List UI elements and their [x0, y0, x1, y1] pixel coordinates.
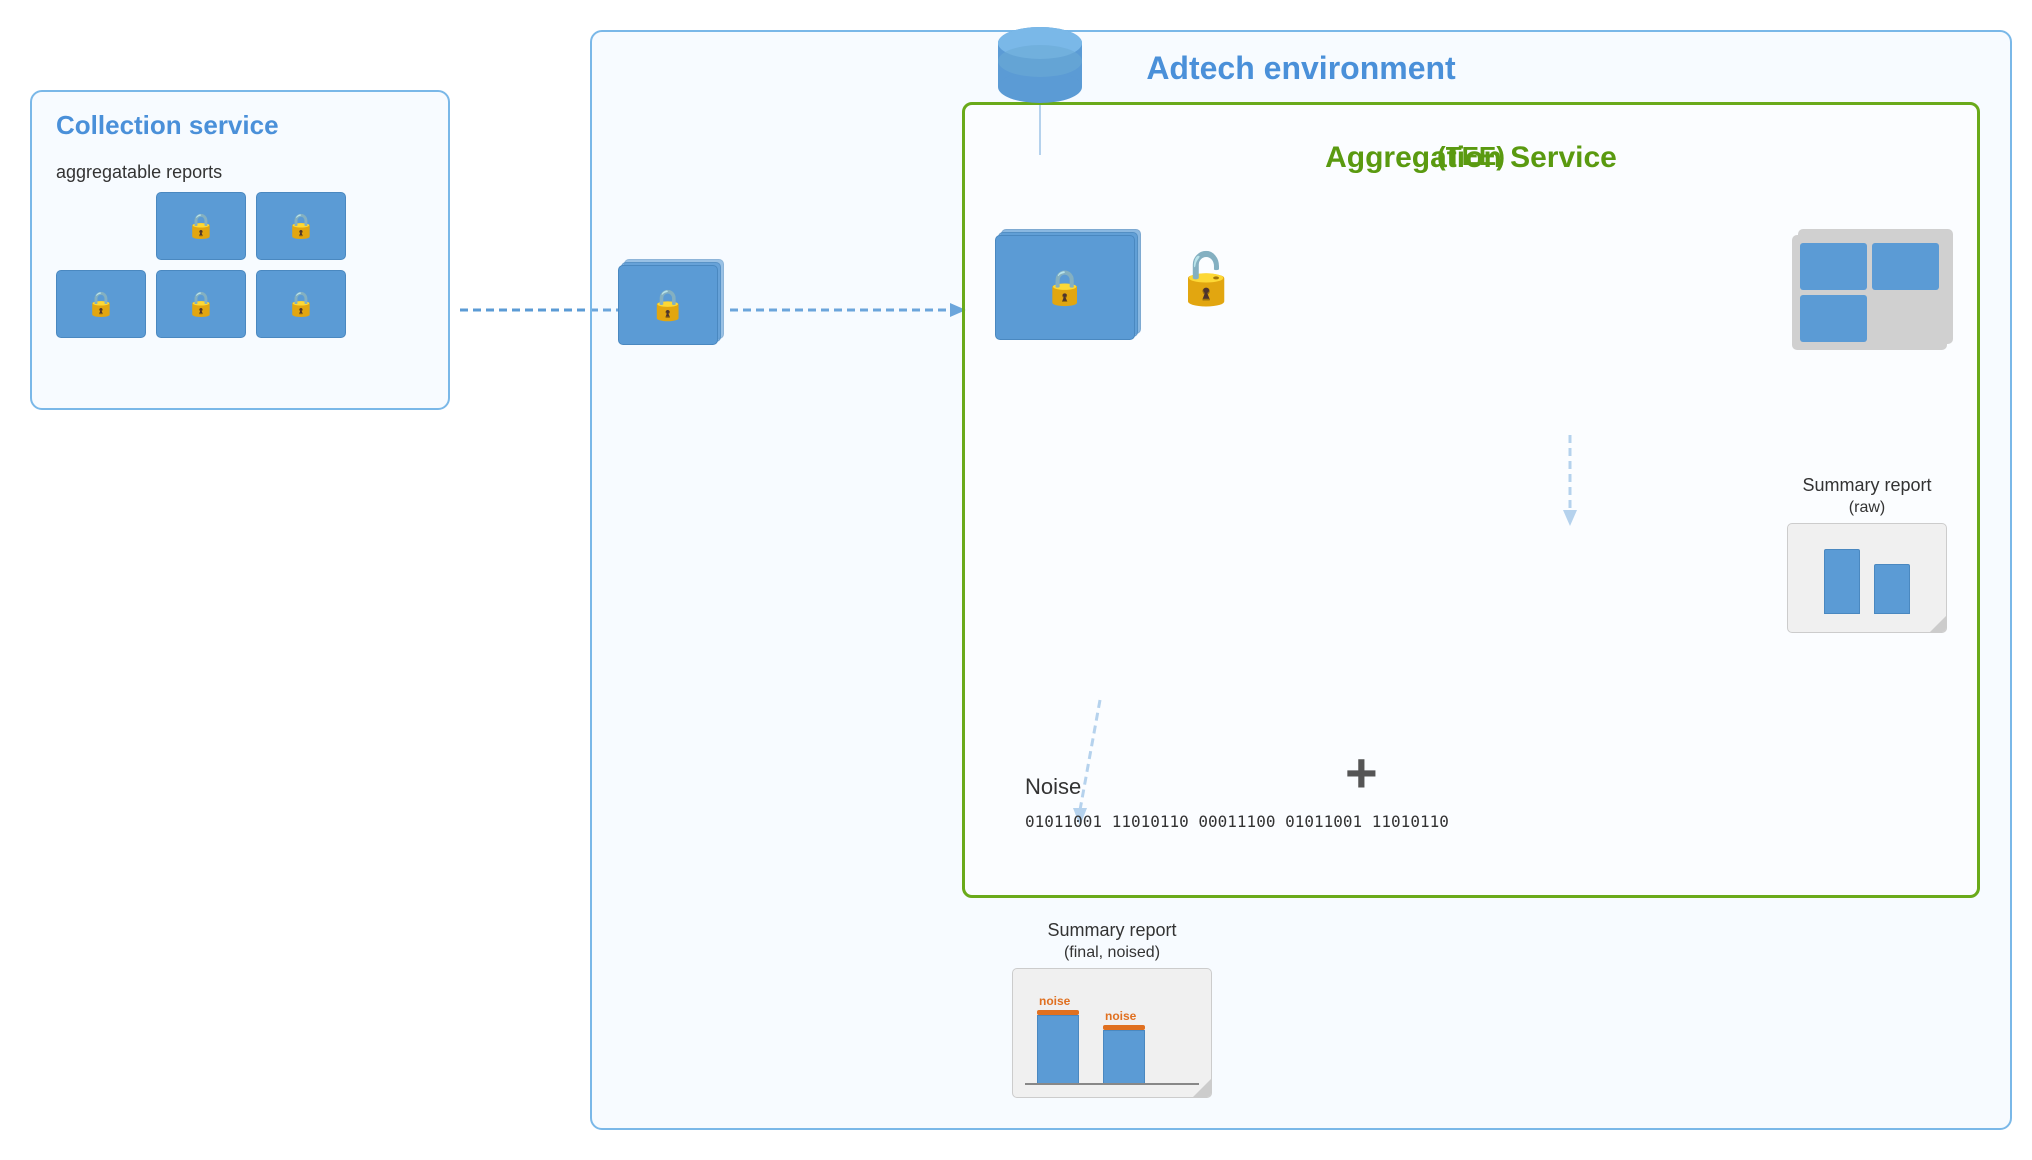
noise-label-1: noise: [1039, 994, 1070, 1008]
agg-locked-reports: 🔒: [995, 235, 1135, 340]
locked-card-2: 🔒: [256, 192, 346, 260]
summary-final-sublabel: (final, noised): [1064, 944, 1160, 961]
noise-data: 01011001 11010110 00011100 01011001 1101…: [1025, 808, 1449, 835]
collection-reports-grid: 🔒 🔒 🔒 🔒 🔒: [56, 192, 346, 338]
summary-raw-label: Summary report(raw): [1787, 475, 1947, 517]
noise-label-2: noise: [1105, 1009, 1136, 1023]
collection-service-box: Collection service aggregatable reports …: [30, 90, 450, 410]
locked-card-4: 🔒: [156, 270, 246, 338]
locked-card-3: 🔒: [56, 270, 146, 338]
aggregation-service-box: Aggregation Service (TEE) 🔒 🔓: [962, 102, 1980, 898]
summary-final-label: Summary report: [1047, 920, 1176, 940]
noise-section: Noise 01011001 11010110 00011100 0101100…: [1025, 774, 1449, 835]
locked-card-1: 🔒: [156, 192, 246, 260]
noise-label: Noise: [1025, 774, 1449, 800]
plus-sign: +: [1345, 740, 1378, 805]
collection-sublabel: aggregatable reports: [56, 162, 222, 183]
summary-report-raw: Summary report(raw): [1787, 475, 1947, 633]
adtech-env-label: Adtech environment: [1146, 50, 1455, 87]
unlock-icon: 🔓: [1175, 250, 1237, 309]
agg-service-label: Aggregation Service: [1325, 141, 1617, 175]
adtech-environment-box: Adtech environment Aggregation Service (…: [590, 30, 2012, 1130]
database-icon: [995, 25, 1085, 115]
collection-service-label: Collection service: [56, 110, 279, 141]
aggregation-key-grid: [1792, 235, 1947, 350]
summary-report-final: Summary report (final, noised) noise noi…: [1012, 920, 1212, 1098]
locked-card-5: 🔒: [256, 270, 346, 338]
bundled-reports: 🔒: [618, 265, 718, 355]
